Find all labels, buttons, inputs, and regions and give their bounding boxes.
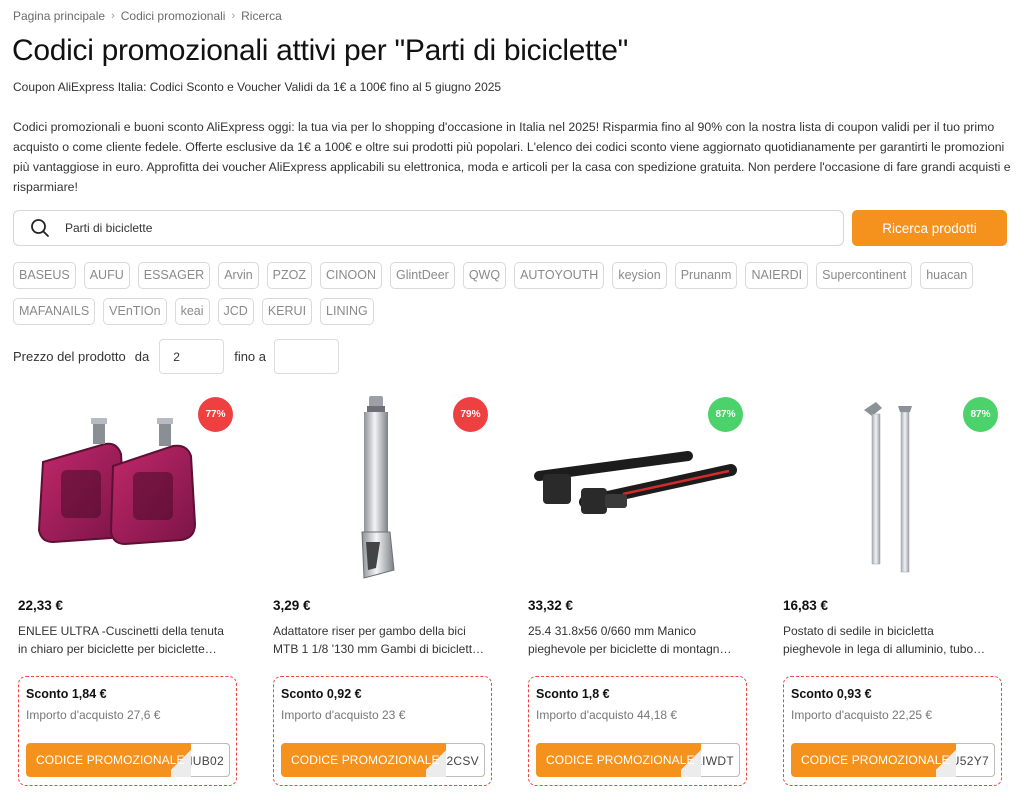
brand-filter-tags: BASEUS AUFU ESSAGER Arvin PZOZ CINOON GlintDee… — [13, 262, 1013, 334]
folding-handlebar-image[interactable]: 87% — [523, 392, 747, 588]
discount-badge: 87% — [963, 397, 998, 432]
brand-tag[interactable]: NAIERDI — [745, 262, 809, 289]
brand-tag[interactable]: KERUI — [261, 298, 313, 325]
product-card[interactable]: 79% 3,29 € Adattatore riser per gambo de… — [268, 392, 523, 786]
breadcrumb-home[interactable]: Pagina principale — [13, 9, 105, 23]
price-to-label: fino a — [234, 349, 267, 364]
product-card[interactable]: 87% 16,83 € Postato di sedile in bicicle… — [778, 392, 1024, 786]
brand-tag[interactable]: VEnTIOn — [103, 298, 167, 325]
coupon-discount: Sconto 0,93 € — [791, 687, 872, 701]
coupon-min-purchase: Importo d'acquisto 27,6 € — [26, 708, 161, 722]
brand-tag[interactable]: MAFANAILS — [13, 298, 96, 325]
coupon-box: Sconto 0,93 € Importo d'acquisto 22,25 €… — [783, 676, 1002, 786]
promo-code-label: CODICE PROMOZIONALE — [291, 753, 440, 767]
search-products-button[interactable]: Ricerca prodotti — [852, 210, 1007, 246]
coupon-discount: Sconto 1,84 € — [26, 687, 107, 701]
brand-tag[interactable]: QWQ — [462, 262, 507, 289]
brand-tag[interactable]: AUFU — [83, 262, 130, 289]
brand-tag[interactable]: Prunanm — [674, 262, 738, 289]
brand-tag[interactable]: AUTOYOUTH — [514, 262, 605, 289]
breadcrumb-promo-codes[interactable]: Codici promozionali — [121, 9, 226, 23]
coupon-discount: Sconto 1,8 € — [536, 687, 610, 701]
search-icon — [31, 219, 49, 237]
product-title[interactable]: Adattatore riser per gambo della bici MT… — [273, 622, 495, 658]
product-title[interactable]: Postato di sedile in bicicletta pieghevo… — [783, 622, 1005, 658]
breadcrumb: Pagina principale › Codici promozionali … — [13, 9, 282, 23]
brand-tag[interactable]: LINING — [320, 298, 374, 325]
discount-badge: 87% — [708, 397, 743, 432]
brand-tag[interactable]: keysion — [612, 262, 667, 289]
coupon-min-purchase: Importo d'acquisto 23 € — [281, 708, 406, 722]
coupon-box: Sconto 1,8 € Importo d'acquisto 44,18 € … — [528, 676, 747, 786]
price-from-label: da — [134, 349, 150, 364]
coupon-box: Sconto 1,84 € Importo d'acquisto 27,6 € … — [18, 676, 237, 786]
coupon-min-purchase: Importo d'acquisto 44,18 € — [536, 708, 678, 722]
product-title[interactable]: ENLEE ULTRA -Cuscinetti della tenuta in … — [18, 622, 240, 658]
discount-badge: 79% — [453, 397, 488, 432]
brand-tag[interactable]: Arvin — [218, 262, 259, 289]
product-price: 16,83 € — [783, 598, 829, 613]
product-card[interactable]: 87% 33,32 € 25.4 31.8x56 0/660 mm Manico… — [523, 392, 778, 786]
brand-tag[interactable]: huacan — [920, 262, 974, 289]
stem-riser-image[interactable]: 79% — [268, 392, 492, 588]
brand-tag[interactable]: keai — [174, 298, 210, 325]
brand-tag[interactable]: Supercontinent — [816, 262, 913, 289]
discount-badge: 77% — [198, 397, 233, 432]
product-price: 3,29 € — [273, 598, 311, 613]
product-price: 22,33 € — [18, 598, 64, 613]
search-box[interactable] — [13, 210, 844, 246]
reveal-promo-code-button[interactable]: 0U52Y7 CODICE PROMOZIONALE — [791, 743, 995, 777]
page-title: Codici promozionali attivi per "Parti di… — [12, 34, 628, 67]
pedals-image[interactable]: 77% — [13, 392, 237, 588]
coupon-discount: Sconto 0,92 € — [281, 687, 362, 701]
brand-tag[interactable]: GlintDeer — [390, 262, 455, 289]
reveal-promo-code-button[interactable]: F2CSV CODICE PROMOZIONALE — [281, 743, 485, 777]
brand-tag-row: BASEUS AUFU ESSAGER Arvin PZOZ CINOON GlintDee… — [13, 262, 1013, 289]
breadcrumb-search[interactable]: Ricerca — [241, 9, 282, 23]
price-filter-label: Prezzo del prodotto — [13, 349, 126, 364]
brand-tag[interactable]: ESSAGER — [137, 262, 211, 289]
price-to-input[interactable] — [274, 339, 340, 374]
chevron-right-icon: › — [111, 10, 115, 22]
promo-code-label: CODICE PROMOZIONALE — [36, 753, 185, 767]
reveal-promo-code-button[interactable]: KIWDT CODICE PROMOZIONALE — [536, 743, 740, 777]
coupon-min-purchase: Importo d'acquisto 22,25 € — [791, 708, 933, 722]
product-price: 33,32 € — [528, 598, 574, 613]
brand-tag[interactable]: JCD — [217, 298, 254, 325]
reveal-promo-code-button[interactable]: HUB02 CODICE PROMOZIONALE — [26, 743, 230, 777]
product-grid: 77% 22,33 € ENLEE ULTRA -Cuscinetti dell… — [13, 392, 1024, 786]
intro-text: Codici promozionali e buoni sconto AliEx… — [13, 120, 1011, 194]
brand-tag[interactable]: CINOON — [320, 262, 383, 289]
promo-code-label: CODICE PROMOZIONALE — [801, 753, 950, 767]
brand-tag[interactable]: BASEUS — [13, 262, 76, 289]
product-card[interactable]: 77% 22,33 € ENLEE ULTRA -Cuscinetti dell… — [13, 392, 268, 786]
seatpost-image[interactable]: 87% — [778, 392, 1002, 588]
page-subtitle: Coupon AliExpress Italia: Codici Sconto … — [13, 80, 502, 94]
price-filter: Prezzo del prodotto da fino a — [13, 339, 340, 374]
product-title[interactable]: 25.4 31.8x56 0/660 mm Manico pieghevole … — [528, 622, 750, 658]
price-from-input[interactable] — [159, 339, 225, 374]
coupon-box: Sconto 0,92 € Importo d'acquisto 23 € F2… — [273, 676, 492, 786]
brand-tag[interactable]: PZOZ — [266, 262, 313, 289]
brand-tag-row: MAFANAILS VEnTIOn keai JCD KERUI LINING — [13, 298, 1013, 325]
chevron-right-icon: › — [231, 10, 236, 22]
search-input[interactable] — [65, 221, 805, 235]
promo-code-label: CODICE PROMOZIONALE — [546, 753, 695, 767]
